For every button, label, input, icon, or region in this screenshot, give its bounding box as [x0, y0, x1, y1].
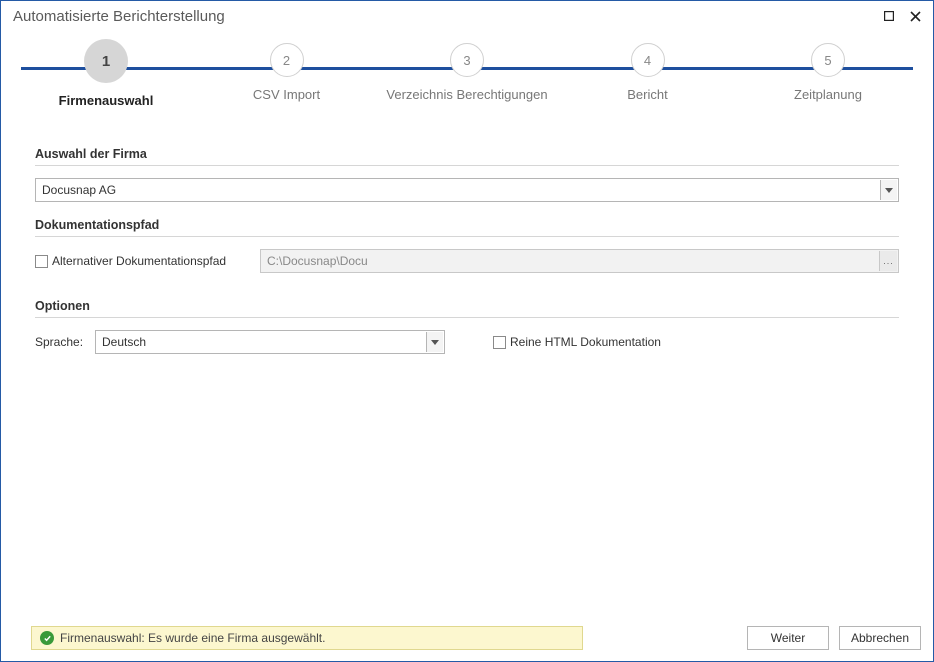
step-circle: 4 [631, 43, 665, 77]
wizard-page: Auswahl der Firma Docusnap AG Dokumentat… [1, 131, 933, 623]
step-label: CSV Import [253, 87, 320, 103]
html-only-label: Reine HTML Dokumentation [510, 335, 661, 349]
wizard-stepper: 1 Firmenauswahl 2 CSV Import 3 Verzeichn… [1, 31, 933, 131]
step-verzeichnis-berechtigungen[interactable]: 3 Verzeichnis Berechtigungen [382, 39, 552, 103]
language-label: Sprache: [35, 335, 85, 349]
language-select[interactable]: Deutsch [95, 330, 445, 354]
step-label: Bericht [627, 87, 667, 103]
maximize-button[interactable] [879, 6, 899, 26]
doc-path-value: C:\Docusnap\Docu [267, 254, 368, 268]
dropdown-arrow-icon [880, 180, 897, 200]
step-firmenauswahl[interactable]: 1 Firmenauswahl [21, 39, 191, 109]
step-circle: 3 [450, 43, 484, 77]
checkbox-box [35, 255, 48, 268]
step-zeitplanung[interactable]: 5 Zeitplanung [743, 39, 913, 103]
window-title: Automatisierte Berichterstellung [13, 8, 873, 25]
step-circle: 2 [270, 43, 304, 77]
step-label: Firmenauswahl [59, 93, 154, 109]
alt-path-checkbox[interactable]: Alternativer Dokumentationspfad [35, 254, 250, 268]
check-circle-icon [40, 631, 54, 645]
status-bar: Firmenauswahl: Es wurde eine Firma ausge… [31, 626, 583, 650]
status-message: Firmenauswahl: Es wurde eine Firma ausge… [60, 631, 325, 645]
alt-path-label: Alternativer Dokumentationspfad [52, 254, 226, 268]
company-select-value: Docusnap AG [42, 183, 116, 197]
close-button[interactable] [905, 6, 925, 26]
section-header-firma: Auswahl der Firma [35, 137, 899, 166]
title-bar: Automatisierte Berichterstellung [1, 1, 933, 31]
ellipsis-icon: ... [883, 256, 894, 266]
checkbox-box [493, 336, 506, 349]
step-circle: 1 [84, 39, 128, 83]
cancel-button-label: Abbrechen [851, 631, 909, 645]
language-select-value: Deutsch [102, 335, 146, 349]
next-button-label: Weiter [771, 631, 805, 645]
dialog-footer: Firmenauswahl: Es wurde eine Firma ausge… [1, 623, 933, 661]
cancel-button[interactable]: Abbrechen [839, 626, 921, 650]
next-button[interactable]: Weiter [747, 626, 829, 650]
company-select[interactable]: Docusnap AG [35, 178, 899, 202]
step-label: Zeitplanung [794, 87, 862, 103]
dialog-window: Automatisierte Berichterstellung 1 Firme… [0, 0, 934, 662]
step-bericht[interactable]: 4 Bericht [563, 39, 733, 103]
step-circle: 5 [811, 43, 845, 77]
step-csv-import[interactable]: 2 CSV Import [202, 39, 372, 103]
section-header-pfad: Dokumentationspfad [35, 208, 899, 237]
html-only-checkbox[interactable]: Reine HTML Dokumentation [493, 335, 661, 349]
browse-button[interactable]: ... [879, 251, 897, 271]
dropdown-arrow-icon [426, 332, 443, 352]
step-label: Verzeichnis Berechtigungen [386, 87, 547, 103]
section-header-optionen: Optionen [35, 289, 899, 318]
doc-path-input: C:\Docusnap\Docu ... [260, 249, 899, 273]
